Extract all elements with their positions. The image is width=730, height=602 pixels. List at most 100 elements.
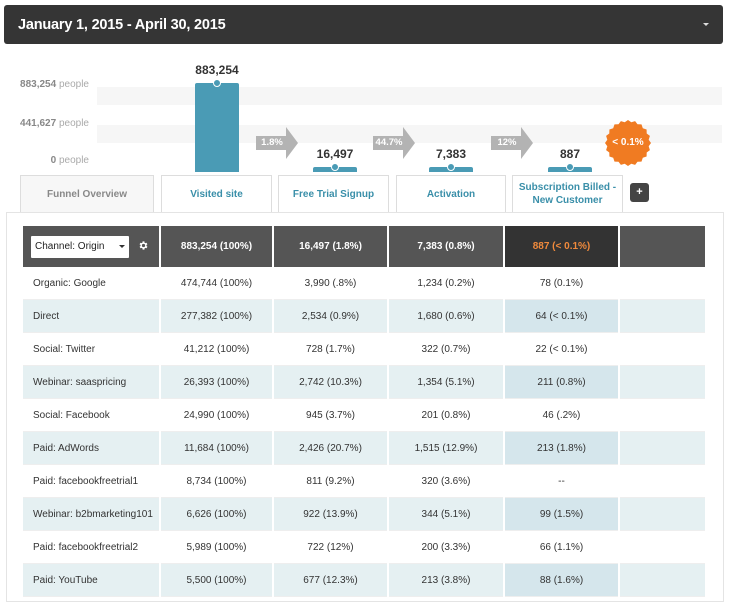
table-row: Paid: facebookfreetrial2 5,989 (100%) 722 … [23,531,705,564]
table-cell: 66 (1.1%) [505,531,618,564]
table-cell: 5,500 (100%) [161,564,272,597]
table-cell: 3,990 (.8%) [274,267,387,300]
bar-marker [331,163,339,171]
table-cell: 201 (0.8%) [389,399,503,432]
table-cell: 78 (0.1%) [505,267,618,300]
date-range-picker[interactable]: January 1, 2015 - April 30, 2015 [4,5,723,44]
date-range-label: January 1, 2015 - April 30, 2015 [18,16,226,33]
table-row: Paid: facebookfreetrial1 8,734 (100%) 811 … [23,465,705,498]
table-cell: 8,734 (100%) [161,465,272,498]
table-cell: 88 (1.6%) [505,564,618,597]
conversion-arrow: 44.7% [373,127,415,159]
channel-name: Paid: facebookfreetrial2 [23,531,159,564]
tab-activation[interactable]: Activation [396,175,506,217]
table-cell: 211 (0.8%) [505,366,618,399]
overall-conversion-badge: < 0.1% [605,120,651,166]
bar-value-label: 7,383 [435,147,467,161]
table-cell [620,333,705,366]
table-cell: 213 (1.8%) [505,432,618,465]
table-cell: 1,515 (12.9%) [389,432,503,465]
table-cell: 1,354 (5.1%) [389,366,503,399]
funnel-bar[interactable] [195,83,239,172]
table-cell: 24,990 (100%) [161,399,272,432]
channel-name: Webinar: saaspricing [23,366,159,399]
channel-name: Social: Twitter [23,333,159,366]
bar-marker [213,79,221,87]
chevron-down-icon[interactable] [703,23,709,26]
y-tick-label: 441,627 people [20,118,89,129]
bar-value-label: 883,254 [195,63,239,77]
total-cell [620,226,705,267]
table-row: Social: Twitter 41,212 (100%) 728 (1.7%) 32… [23,333,705,366]
channel-name: Paid: facebookfreetrial1 [23,465,159,498]
conversion-rate-label: 44.7% [373,136,405,150]
table-cell [620,300,705,333]
table-row: Webinar: saaspricing 26,393 (100%) 2,742 (… [23,366,705,399]
table-cell: 811 (9.2%) [274,465,387,498]
table-row: Paid: YouTube 5,500 (100%) 677 (12.3%) 213 … [23,564,705,597]
tab-subscription-billed[interactable]: Subscription Billed - New Customer [512,175,623,217]
conversion-arrow: 1.8% [256,127,298,159]
table-cell: 213 (3.8%) [389,564,503,597]
y-tick-label: 883,254 people [20,79,89,90]
table-cell [620,267,705,300]
gear-icon[interactable] [138,240,149,254]
table-cell: 5,989 (100%) [161,531,272,564]
y-tick-label: 0 people [50,155,89,166]
table-cell: 320 (3.6%) [389,465,503,498]
table-cell [620,564,705,597]
table-row: Social: Facebook 24,990 (100%) 945 (3.7%) 2… [23,399,705,432]
conversion-arrow: 12% [491,127,533,159]
table-cell: 64 (< 0.1%) [505,300,618,333]
total-cell: 16,497 (1.8%) [274,226,387,267]
table-row: Paid: AdWords 11,684 (100%) 2,426 (20.7%) 1… [23,432,705,465]
table-cell: 22 (< 0.1%) [505,333,618,366]
chevron-down-icon [119,245,125,248]
add-step-button[interactable]: + [630,183,649,202]
group-by-cell: Channel: Origin [23,226,159,267]
tab-free-trial-signup[interactable]: Free Trial Signup [278,175,389,217]
table-cell: 677 (12.3%) [274,564,387,597]
table-cell: 6,626 (100%) [161,498,272,531]
funnel-breakdown-table: Channel: Origin 883,254 (100%) 16,497 (1… [21,226,707,597]
table-cell: 277,382 (100%) [161,300,272,333]
table-cell: 474,744 (100%) [161,267,272,300]
totals-row: Channel: Origin 883,254 (100%) 16,497 (1… [23,226,705,267]
table-cell: 728 (1.7%) [274,333,387,366]
table-row: Direct 277,382 (100%) 2,534 (0.9%) 1,680 (0… [23,300,705,333]
table-cell: 2,742 (10.3%) [274,366,387,399]
table-cell: 922 (13.9%) [274,498,387,531]
bar-value-label: 887 [559,147,581,161]
table-cell: 99 (1.5%) [505,498,618,531]
table-cell: 1,234 (0.2%) [389,267,503,300]
total-cell: 7,383 (0.8%) [389,226,503,267]
table-cell: 722 (12%) [274,531,387,564]
table-row: Webinar: b2bmarketing101 6,626 (100%) 922 … [23,498,705,531]
tab-visited-site[interactable]: Visited site [161,175,272,217]
channel-name: Paid: AdWords [23,432,159,465]
group-by-select[interactable]: Channel: Origin [31,235,129,258]
tab-funnel-overview[interactable]: Funnel Overview [20,175,154,212]
channel-name: Paid: YouTube [23,564,159,597]
table-cell: 2,534 (0.9%) [274,300,387,333]
table-cell: 46 (.2%) [505,399,618,432]
table-cell [620,366,705,399]
channel-name: Webinar: b2bmarketing101 [23,498,159,531]
conversion-rate-label: 1.8% [256,136,288,150]
bar-marker [566,163,574,171]
table-cell: 26,393 (100%) [161,366,272,399]
table-cell [620,498,705,531]
table-cell: 344 (5.1%) [389,498,503,531]
table-cell: 322 (0.7%) [389,333,503,366]
channel-name: Social: Facebook [23,399,159,432]
table-cell: 41,212 (100%) [161,333,272,366]
table-cell: 2,426 (20.7%) [274,432,387,465]
total-cell: 883,254 (100%) [161,226,272,267]
table-row: Organic: Google 474,744 (100%) 3,990 (.8%)… [23,267,705,300]
table-cell [620,432,705,465]
table-cell: 200 (3.3%) [389,531,503,564]
table-cell: 11,684 (100%) [161,432,272,465]
channel-name: Organic: Google [23,267,159,300]
total-cell: 887 (< 0.1%) [505,226,618,267]
bar-value-label: 16,497 [316,147,354,161]
